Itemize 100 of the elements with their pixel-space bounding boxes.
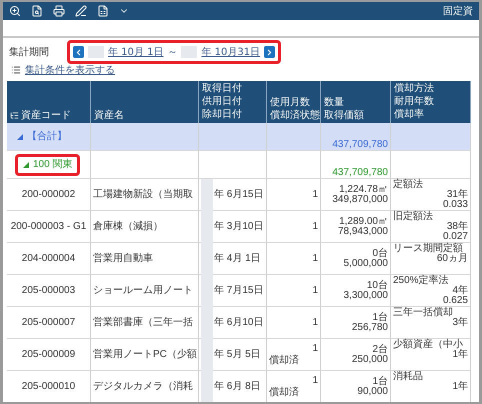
- group-amount: 437,709,780: [331, 168, 388, 178]
- redaction-bar: [201, 179, 213, 211]
- asset-name: 営業用ノートPC（少額: [93, 350, 196, 360]
- acquisition-price: 78,943,000: [336, 227, 388, 237]
- asset-name: ショールーム用ノート: [93, 286, 194, 296]
- total-text: 【合計】: [27, 132, 67, 142]
- depreciation-method: 旧定額法: [393, 212, 434, 222]
- pen-icon[interactable]: [75, 5, 87, 17]
- column-header[interactable]: 取得日付 供用日付 除却日付: [199, 81, 267, 123]
- quantity: 0台: [371, 249, 388, 259]
- redaction-bar: [201, 371, 213, 402]
- start-date-link[interactable]: 年 10月 1日: [108, 45, 164, 59]
- header-text: 使用月数: [270, 96, 310, 109]
- acquisition-date: 年 6月10日: [214, 318, 264, 328]
- previous-button[interactable]: [73, 46, 84, 58]
- expand-triangle-icon[interactable]: [17, 134, 23, 140]
- quantity: 1台: [371, 377, 388, 387]
- months-used: 1: [311, 376, 318, 386]
- header-text: 償却済状態: [270, 109, 320, 122]
- depreciation-method: 少額資産（中小: [393, 340, 463, 350]
- asset-code: 205-000009: [22, 350, 76, 360]
- months-used: 1: [311, 286, 318, 296]
- acquisition-date: 年 4月 1日: [214, 254, 261, 264]
- print-icon[interactable]: [53, 5, 65, 17]
- group-label[interactable]: 100 関東: [15, 154, 80, 176]
- redaction-bar: [88, 46, 104, 58]
- acquisition-date: 年 3月10日: [214, 222, 264, 232]
- acquisition-price: 349,870,000: [331, 195, 388, 205]
- column-header[interactable]: 償却方法 耐用年数 償却率: [391, 81, 471, 123]
- range-separator: ～: [167, 46, 178, 59]
- useful-life: 3年: [451, 318, 468, 328]
- zoom-in-icon[interactable]: [9, 5, 21, 17]
- acquisition-price: 256,780: [350, 323, 388, 333]
- depreciation-rate: 0.027: [442, 232, 468, 242]
- months-used: 1: [311, 222, 318, 232]
- useful-life: 1年: [451, 382, 468, 392]
- useful-life: 38年: [446, 222, 468, 232]
- end-date-link[interactable]: 年 10月31日: [201, 45, 260, 59]
- acquisition-price: 3,300,000: [342, 291, 388, 301]
- acquisition-price: 250,000: [350, 355, 388, 365]
- period-label: 集計期間: [9, 46, 50, 59]
- depreciation-status: 償却済: [269, 356, 300, 366]
- header-text: 償却率: [394, 108, 424, 121]
- quantity: 2台: [371, 345, 388, 355]
- quantity: 10台: [366, 281, 388, 291]
- show-conditions-link[interactable]: 集計条件を表示する: [25, 63, 115, 77]
- acquisition-date: 年 7月15日: [214, 286, 264, 296]
- asset-code: 200-000003 - G1: [10, 222, 86, 232]
- header-text: 資産コード: [21, 109, 71, 122]
- asset-name: 営業部書庫（三年一括: [93, 318, 194, 328]
- spreadsheet-icon[interactable]: [97, 5, 109, 17]
- column-header[interactable]: 資産コード: [7, 81, 91, 123]
- header-text: 数量: [324, 96, 344, 109]
- header-text: 償却方法: [394, 82, 434, 95]
- useful-life: 31年: [446, 190, 468, 200]
- depreciation-status: 償却済: [269, 388, 300, 398]
- asset-name: 倉庫棟（減損）: [93, 222, 164, 232]
- asset-name: デジタルカメラ（消耗: [93, 382, 194, 392]
- tree-icon: [10, 111, 19, 120]
- asset-name: 工場建物新設（当期取: [93, 190, 194, 200]
- quantity: 1台: [371, 313, 388, 323]
- quantity: 1,289.00㎡: [338, 217, 388, 227]
- acquisition-date: 年 6月15日: [214, 190, 264, 200]
- depreciation-method: 定額法: [393, 180, 424, 190]
- column-header[interactable]: 資産名: [91, 81, 199, 123]
- total-label[interactable]: 【合計】: [9, 126, 75, 148]
- asset-code: 200-000002: [22, 190, 76, 200]
- depreciation-rate: 0.625: [442, 296, 468, 306]
- chevron-left-icon: [74, 48, 83, 56]
- acquisition-date: 年 6月 8日: [214, 382, 261, 392]
- header-text: 除却日付: [202, 108, 242, 121]
- months-used: 1: [311, 344, 318, 354]
- depreciation-method: 三年一括償却: [393, 308, 453, 318]
- quantity: 1,224.78㎡: [338, 185, 388, 195]
- header-text: 取得日付: [202, 82, 242, 95]
- acquisition-price: 90,000: [356, 387, 388, 397]
- asset-name: 営業用自動車: [93, 254, 154, 264]
- search-icon[interactable]: [31, 5, 43, 17]
- header-text: 取得価額: [324, 109, 364, 122]
- useful-life: 4年: [451, 286, 468, 296]
- header-text: 耐用年数: [394, 95, 434, 108]
- asset-code: 204-000004: [22, 254, 76, 264]
- months-used: 1: [311, 254, 318, 264]
- depreciation-rate: 0.033: [442, 200, 468, 210]
- months-used: 1: [311, 190, 318, 200]
- acquisition-date: 年 5月 5日: [214, 350, 261, 360]
- useful-life: 1年: [451, 350, 468, 360]
- asset-code: 205-000007: [22, 318, 76, 328]
- window-title: 固定資: [443, 4, 473, 18]
- redaction-bar: [181, 46, 198, 58]
- column-header[interactable]: 数量 取得価額: [321, 81, 391, 123]
- group-text: 100 関東: [33, 160, 72, 170]
- table-cell: [199, 123, 267, 151]
- total-amount: 437,709,780: [331, 140, 388, 150]
- list-icon: [11, 65, 21, 75]
- column-header[interactable]: 使用月数 償却済状態: [267, 81, 321, 123]
- next-button[interactable]: [264, 46, 276, 58]
- header-text: 供用日付: [202, 95, 242, 108]
- depreciation-method: リース期間定額: [393, 244, 463, 254]
- expand-triangle-icon[interactable]: [23, 162, 29, 168]
